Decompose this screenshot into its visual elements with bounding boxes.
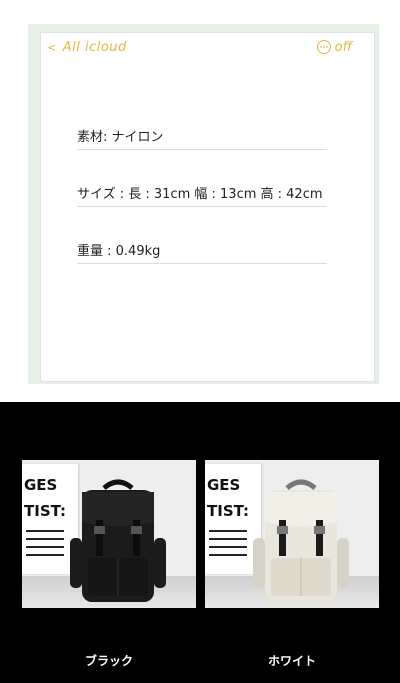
note-section: < All icloud off 素材: ナイロン サイズ : 長 : 31cm… — [0, 0, 400, 402]
back-label: All icloud — [62, 39, 127, 55]
product-image-black[interactable]: GES TIST: — [22, 460, 196, 608]
note-card: < All icloud off 素材: ナイロン サイズ : 長 : 31cm… — [40, 32, 375, 382]
backpack-white — [253, 479, 349, 602]
more-dots-icon — [316, 40, 331, 54]
more-button[interactable]: off — [316, 37, 352, 57]
backpack-black — [70, 479, 166, 602]
back-button[interactable]: < All icloud — [47, 37, 127, 57]
product-section: GES TIST: ブラック GES TIST: ホワイト — [0, 402, 400, 683]
chevron-left-icon: < — [47, 40, 57, 54]
spec-weight: 重量 : 0.49kg — [77, 235, 327, 264]
spec-size: サイズ : 長 : 31cm 幅 : 13cm 高 : 42cm — [77, 178, 327, 207]
product-label-white: ホワイト — [267, 654, 316, 668]
spec-material: 素材: ナイロン — [77, 121, 327, 150]
product-label-black: ブラック — [84, 654, 133, 668]
more-label: off — [334, 39, 352, 55]
product-image-white[interactable]: GES TIST: — [205, 460, 379, 608]
